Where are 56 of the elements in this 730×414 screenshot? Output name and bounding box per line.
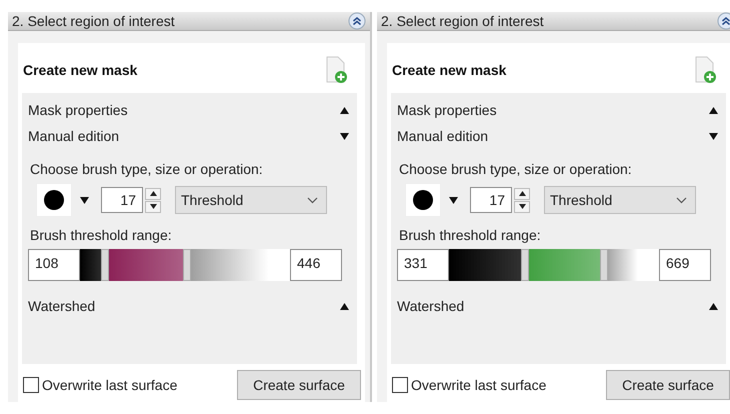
caret-icon [709,132,718,140]
down-arrow-icon [518,204,526,209]
panel-title: 2. Select region of interest [12,13,175,29]
slider-handle[interactable] [600,249,608,281]
caret-icon [340,132,349,140]
max-value-field[interactable]: 669 [659,249,711,281]
create-surface-button[interactable]: Create surface [237,370,361,400]
brush-shape-button[interactable] [36,183,72,217]
field-label: Choose brush type, size or operation: [29,161,264,177]
section-header[interactable]: Watershed [28,293,349,319]
spin-up-button[interactable] [145,188,161,200]
section-header[interactable]: Manual edition [28,123,349,149]
slider-handle[interactable] [520,249,529,281]
brush-shape-button[interactable] [405,183,441,217]
brush-size-field[interactable]: 17 [470,187,512,213]
caret-icon [709,106,718,114]
collapse-icon[interactable] [717,12,730,30]
card-title: Create new mask [23,62,138,78]
caret-icon [709,302,718,310]
operation-dropdown[interactable]: Threshold [544,186,696,214]
section-header[interactable]: Mask properties [397,97,718,123]
section-header[interactable]: Manual edition [397,123,718,149]
min-value-field[interactable]: 331 [397,249,449,281]
up-arrow-icon [518,191,526,196]
caret-icon [340,106,349,114]
new-file-icon[interactable] [325,56,349,84]
section-header[interactable]: Watershed [397,293,718,319]
overwrite-checkbox[interactable]: Overwrite last surface [23,377,178,393]
brush-circle-icon [43,189,65,211]
field-label: Brush threshold range: [398,227,542,243]
spin-down-button[interactable] [514,200,530,212]
operation-dropdown[interactable]: Threshold [175,186,327,214]
dropdown-caret-icon [80,196,89,204]
new-file-icon[interactable] [694,56,718,84]
down-arrow-icon [150,204,156,209]
collapse-icon[interactable] [348,12,366,30]
field-label: Choose brush type, size or operation: [398,161,633,177]
panel-title: 2. Select region of interest [381,13,544,29]
dropdown-caret-icon [449,196,458,204]
overwrite-checkbox[interactable]: Overwrite last surface [392,377,546,393]
spin-up-button[interactable] [514,188,530,200]
create-surface-button[interactable]: Create surface [606,370,730,400]
caret-icon [340,302,349,310]
card-title: Create new mask [392,62,506,78]
brush-size-field[interactable]: 17 [101,187,143,213]
chevron-down-icon [676,196,687,204]
brush-circle-icon [412,189,434,211]
spin-down-button[interactable] [145,200,161,212]
section-header[interactable]: Mask properties [28,97,349,123]
min-value-field[interactable]: 108 [28,249,80,281]
chevron-down-icon [307,196,318,204]
field-label: Brush threshold range: [29,227,173,243]
slider-handle[interactable] [183,249,192,281]
up-arrow-icon [150,191,156,196]
max-value-field[interactable]: 446 [290,249,342,281]
slider-handle[interactable] [101,249,110,281]
